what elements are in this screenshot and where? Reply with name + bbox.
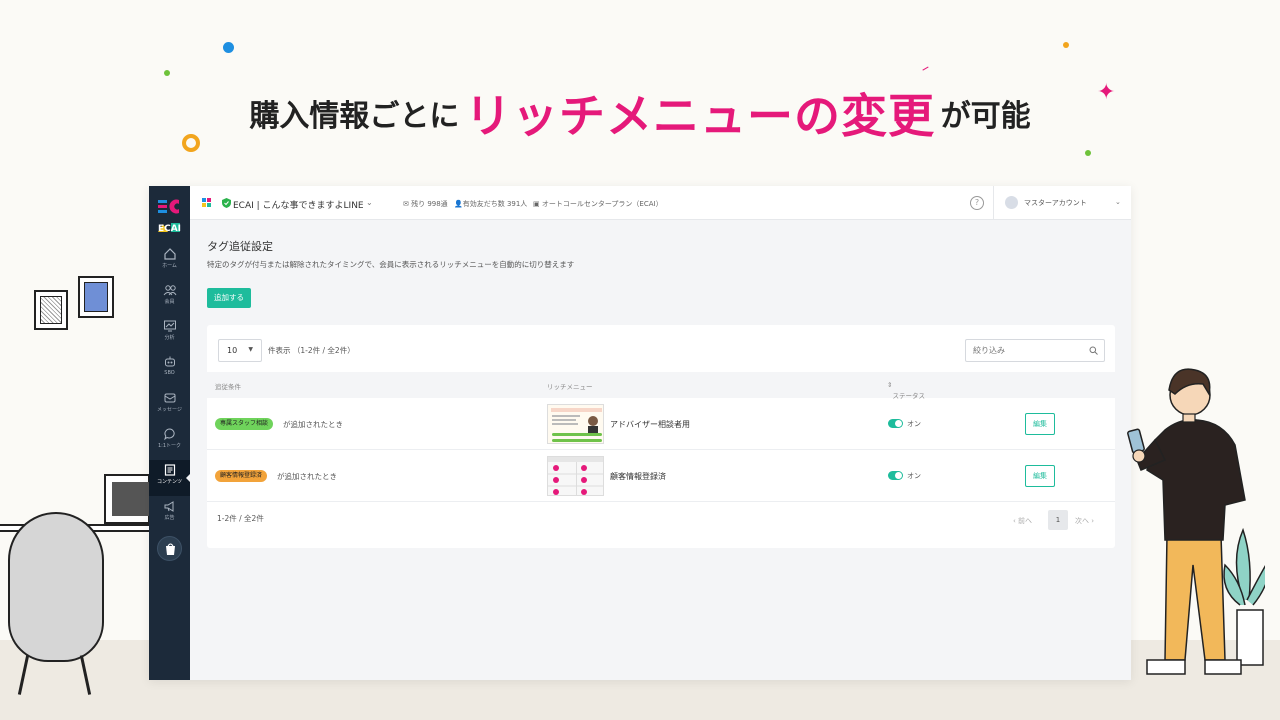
confetti-dot <box>182 134 200 152</box>
tag-badge: 顧客情報登録済 <box>215 470 268 482</box>
sidebar-item-label: SBO <box>164 370 175 376</box>
table-header: 追従条件 リッチメニュー ⇕ ステータス <box>207 372 1115 400</box>
sidebar-item-ads[interactable]: 広告 <box>149 496 190 532</box>
header-status[interactable]: ⇕ ステータス <box>887 381 925 400</box>
caret-down-icon: ▼ <box>248 346 253 353</box>
top-bar: ECAI | こんな事できますよLINE ⌄ ✉ 残り 998通 👤有効友だち数… <box>190 186 1131 220</box>
message-icon <box>164 393 175 403</box>
header-rich-menu: リッチメニュー <box>547 383 593 391</box>
help-icon[interactable]: ? <box>970 196 984 210</box>
search-icon[interactable] <box>1089 346 1098 355</box>
page-title: タグ追従設定 <box>207 240 273 253</box>
prev-page-button[interactable]: ‹ 前へ <box>1013 516 1032 526</box>
shopping-bag-icon <box>166 543 175 555</box>
add-button[interactable]: 追加する <box>207 288 251 308</box>
status-text: オン <box>907 472 921 480</box>
rich-menu-thumbnail <box>547 404 604 444</box>
friend-count: 👤有効友だち数 391人 <box>454 200 528 208</box>
home-icon <box>163 248 176 260</box>
table-row: 専属スタッフ相談 が追加されたとき アドバイザー相談者用 オン 編集 <box>207 398 1115 450</box>
users-icon <box>163 285 176 296</box>
divider <box>993 186 994 220</box>
headline-pre: 購入情報ごとに <box>249 99 460 134</box>
sidebar-item-sbo[interactable]: SBO <box>149 352 190 388</box>
app-grid-icon[interactable] <box>202 198 211 207</box>
chevron-down-icon[interactable]: ⌄ <box>1115 198 1121 206</box>
next-page-button[interactable]: 次へ › <box>1075 516 1094 526</box>
shopify-button[interactable] <box>157 536 182 561</box>
sidebar-item-home[interactable]: ホーム <box>149 244 190 280</box>
page-description: 特定のタグが付与または解除されたタイミングで、会員に表示されるリッチメニューを自… <box>207 260 575 269</box>
picture-frame <box>78 276 114 318</box>
edit-button[interactable]: 編集 <box>1025 465 1055 487</box>
app-window: ECAI ホーム 会員 分析 SBO メッセージ 1:1トーク コンテンツ 広告… <box>149 186 1131 680</box>
friend-count-value: 有効友だち数 391人 <box>462 200 528 208</box>
condition-text: が追加されたとき <box>283 420 343 429</box>
remaining-messages: ✉ 残り 998通 <box>403 200 448 208</box>
person-illustration <box>1127 368 1265 675</box>
rich-menu-name: 顧客情報登録済 <box>610 472 666 481</box>
sidebar-item-label: 広告 <box>164 515 175 521</box>
sidebar-item-label: 会員 <box>164 299 175 305</box>
table-row: 顧客情報登録済 が追加されたとき 顧客情報登録済 オン 編集 <box>207 450 1115 502</box>
plan-name-value: オートコールセンタープラン（ECAI） <box>541 200 663 208</box>
sidebar-item-contents[interactable]: コンテンツ <box>149 460 191 496</box>
condition-text: が追加されたとき <box>277 472 337 481</box>
plan-name: ▣ オートコールセンタープラン（ECAI） <box>533 200 663 208</box>
status-toggle[interactable] <box>888 471 903 480</box>
headline-post: が可能 <box>940 99 1031 134</box>
megaphone-icon <box>164 501 173 512</box>
confetti-dot <box>1063 42 1069 48</box>
sparkle-icon: ᐟ <box>918 61 931 82</box>
status-text: オン <box>907 420 921 428</box>
sidebar-item-label: 分析 <box>164 335 175 341</box>
settings-table-card: 10 ▼ 件表示 （1-2件 / 全2件） 追従条件 リッチメニュー ⇕ステータ… <box>207 325 1115 548</box>
headline-accent: リッチメニューの変更 <box>465 89 935 143</box>
status-toggle[interactable] <box>888 419 903 428</box>
per-page-select[interactable]: 10 ▼ <box>218 339 262 362</box>
sidebar-item-message[interactable]: メッセージ <box>149 388 190 424</box>
sidebar-item-label: 1:1トーク <box>157 443 182 449</box>
rich-menu-thumbnail <box>547 456 604 496</box>
monitor <box>104 474 150 524</box>
sidebar-item-analytics[interactable]: 分析 <box>149 316 190 352</box>
chevron-down-icon[interactable]: ⌄ <box>366 198 373 207</box>
sparkle-icon: ✦ <box>1097 80 1116 105</box>
search-input[interactable] <box>965 339 1105 362</box>
account-selector[interactable]: ECAI | こんな事できますよLINE <box>233 198 364 211</box>
per-page-value: 10 <box>227 346 238 355</box>
shield-icon <box>222 198 231 208</box>
header-condition: 追従条件 <box>215 383 241 391</box>
sidebar-item-label: コンテンツ <box>156 479 182 485</box>
picture-frame <box>34 290 68 330</box>
page-number[interactable]: 1 <box>1048 510 1068 530</box>
sidebar-item-label: メッセージ <box>157 407 182 413</box>
sidebar-item-label: ホーム <box>162 263 177 269</box>
sidebar-item-members[interactable]: 会員 <box>149 280 190 316</box>
sidebar: ECAI ホーム 会員 分析 SBO メッセージ 1:1トーク コンテンツ 広告 <box>149 186 191 680</box>
chat-icon <box>163 428 175 441</box>
edit-button[interactable]: 編集 <box>1025 413 1055 435</box>
chart-icon <box>163 320 176 332</box>
confetti-dot <box>164 70 170 76</box>
logo-text: ECAI <box>157 224 182 234</box>
sidebar-item-talk[interactable]: 1:1トーク <box>149 424 190 460</box>
chair <box>8 512 104 662</box>
count-label: 件表示 （1-2件 / 全2件） <box>268 346 355 355</box>
robot-icon <box>164 356 175 367</box>
avatar[interactable] <box>1005 196 1018 209</box>
footer-count: 1-2件 / 全2件 <box>217 514 264 523</box>
confetti-dot <box>223 42 234 53</box>
user-menu[interactable]: マスターアカウント <box>1024 198 1087 208</box>
remaining-messages-value: 残り 998通 <box>411 200 448 208</box>
rich-menu-name: アドバイザー相談者用 <box>610 420 690 429</box>
confetti-dot <box>1085 150 1091 156</box>
content-icon <box>164 464 175 476</box>
tag-badge: 専属スタッフ相談 <box>215 418 274 430</box>
